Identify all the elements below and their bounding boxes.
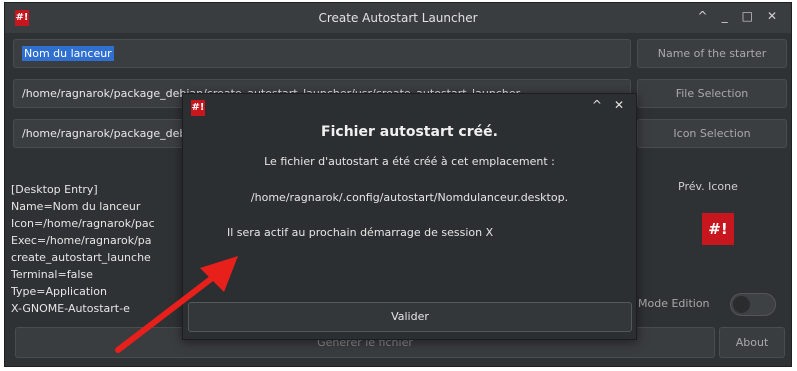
arrow-shaft <box>115 269 223 353</box>
annotation-arrow <box>115 256 238 353</box>
